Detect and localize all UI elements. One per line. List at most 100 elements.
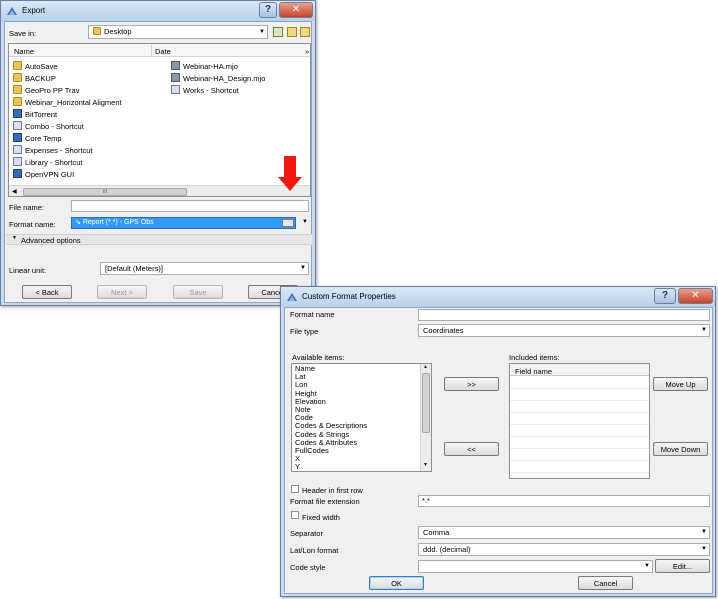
file-list-item-label: Works - Shortcut [183,86,239,95]
file-list-item-label: BACKUP [25,74,56,83]
code-style-combo[interactable]: ▼ [418,560,653,573]
linear-unit-label: Linear unit: [9,266,47,275]
separator-combo[interactable]: Comma ▼ [418,526,710,539]
file-list-item-label: BitTorrent [25,110,58,119]
chevron-down-icon: ▼ [701,546,707,552]
cfp-cancel-button[interactable]: Cancel [578,576,633,590]
app-icon [13,133,22,142]
column-date[interactable]: Date [155,47,171,56]
app-icon [287,293,297,301]
file-list-item[interactable]: Expenses - Shortcut [13,145,93,157]
file-list-item-label: Webinar-HA_Design.mjo [183,74,266,83]
included-grid-row [510,472,649,473]
included-grid-row [510,448,649,449]
included-grid-row [510,424,649,425]
folder-icon [13,61,22,70]
save-button[interactable]: Save [173,285,223,299]
field-name-header-label: Field name [515,367,553,376]
help-button[interactable]: ? [259,2,277,18]
scroll-left-icon[interactable]: ◀ [12,188,17,195]
file-list-item-label: Combo - Shortcut [25,122,84,131]
remove-item-button[interactable]: << [444,442,499,456]
latlon-format-combo[interactable]: ddd. (decimal) ▼ [418,543,710,556]
save-in-combo[interactable]: Desktop ▼ [88,25,268,39]
scroll-down-icon[interactable]: ▼ [423,462,428,468]
format-name-combo[interactable]: ⇘ Report (*.*) - GPS Obs [71,217,296,229]
up-folder-icon[interactable] [287,27,297,37]
header-first-row-checkbox[interactable] [291,485,299,493]
file-type-value: Coordinates [423,326,464,335]
file-type-combo[interactable]: Coordinates ▼ [418,324,710,337]
file-list-item[interactable]: Library - Shortcut [13,157,83,169]
available-item[interactable]: Y [295,463,300,471]
available-item[interactable]: FullCodes [295,447,329,455]
export-titlebar[interactable]: Export ? ✕ [1,1,315,21]
cfp-format-name-label: Format name [290,310,335,319]
format-ext-input[interactable]: *.* [418,495,710,507]
file-list[interactable]: Name ^ Date » AutoSave BACKUP GeoPro PP Tr… [8,43,311,197]
folder-icon [13,97,22,106]
file-list-item[interactable]: BACKUP [13,73,56,85]
format-dropdown-icon[interactable]: ▼ [302,219,308,225]
linear-unit-value: [Default (Meters)] [105,264,163,273]
edit-format-icon[interactable] [282,219,294,227]
horizontal-scrollbar[interactable]: ◀ III [9,185,310,196]
scroll-thumb[interactable] [422,373,430,433]
code-style-label: Code style [290,563,326,572]
back-button[interactable]: < Back [22,285,72,299]
cfp-titlebar[interactable]: Custom Format Properties ? ✕ [281,287,715,307]
included-grid-row [510,412,649,413]
close-button[interactable]: ✕ [279,2,313,18]
shortcut-icon [13,157,22,166]
fixed-width-label: Fixed width [302,513,340,522]
edit-code-style-button[interactable]: Edit... [655,559,710,573]
column-name[interactable]: Name [14,47,34,56]
custom-format-dialog: Custom Format Properties ? ✕ Format name… [280,286,716,597]
fixed-width-checkbox[interactable] [291,511,299,519]
scroll-up-icon[interactable]: ▲ [423,364,428,370]
included-items-list[interactable]: Field name [509,363,650,479]
help-button[interactable]: ? [654,288,676,304]
new-folder-icon[interactable] [300,27,310,37]
file-list-item[interactable]: Core Temp [13,133,62,145]
file-list-item[interactable]: GeoPro PP Trav [13,85,79,97]
format-ext-label: Format file extension [290,497,360,506]
file-list-item[interactable]: BitTorrent [13,109,57,121]
format-name-value: Report (*.*) - GPS Obs [82,219,154,226]
available-items-scrollbar[interactable]: ▲ ▼ [420,364,431,471]
file-list-item[interactable]: Works - Shortcut [171,85,239,97]
back-folder-icon[interactable] [273,27,283,37]
latlon-format-value: ddd. (decimal) [423,545,471,554]
ok-button[interactable]: OK [369,576,424,590]
file-name-input[interactable] [71,200,309,212]
annotation-arrow-icon [278,177,302,191]
folder-icon [93,27,101,35]
cfp-format-name-input[interactable] [418,309,710,321]
included-grid-row [510,388,649,389]
file-list-item[interactable]: Webinar_Horizontal Aligment [13,97,122,109]
app-icon [13,109,22,118]
add-item-button[interactable]: >> [444,377,499,391]
scroll-thumb-grip: III [102,189,108,195]
file-list-item[interactable]: OpenVPN GUI [13,169,74,181]
available-items-list[interactable]: Name Lat Lon Height Elevation Note Code Codes &… [291,363,432,472]
file-list-item[interactable]: Combo - Shortcut [13,121,84,133]
next-button[interactable]: Next > [97,285,147,299]
advanced-options-bar[interactable]: ▼ Advanced options [6,234,312,245]
file-list-item[interactable]: Webinar-HA_Design.mjo [171,73,265,85]
linear-unit-combo[interactable]: [Default (Meters)] ▼ [100,262,309,275]
export-title: Export [22,6,46,15]
scroll-thumb[interactable]: III [23,188,187,196]
file-list-item-label: GeoPro PP Trav [25,86,80,95]
move-down-button[interactable]: Move Down [653,442,708,456]
close-button[interactable]: ✕ [678,288,713,304]
file-name-label: File name: [9,203,45,212]
document-icon [171,73,180,82]
file-list-item[interactable]: Webinar-HA.mjo [171,61,238,73]
save-in-label: Save in: [9,29,37,38]
chevron-down-icon: ▼ [259,29,265,35]
file-list-item[interactable]: AutoSave [13,61,58,73]
move-up-button[interactable]: Move Up [653,377,708,391]
file-list-item-label: Core Temp [25,134,62,143]
file-type-label: File type [290,327,319,336]
